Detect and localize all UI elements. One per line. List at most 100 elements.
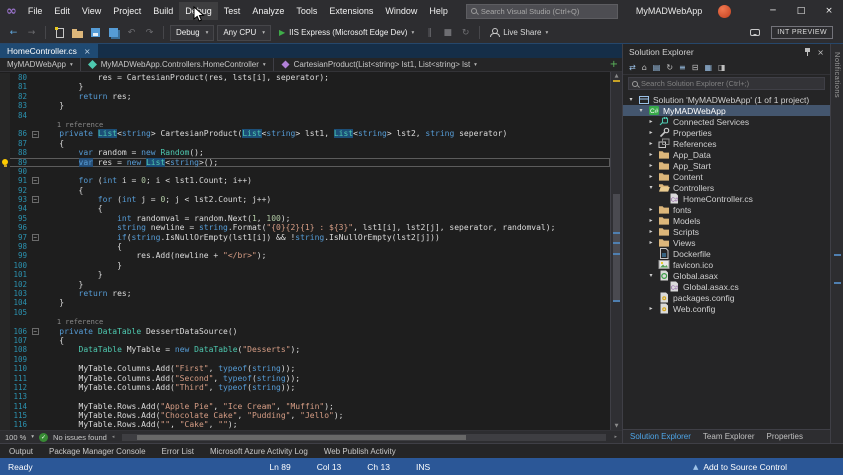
- tree-item-properties[interactable]: ▸Properties: [623, 127, 830, 138]
- undo-icon[interactable]: ↶: [124, 25, 139, 41]
- close-button[interactable]: ×: [815, 0, 843, 22]
- chevron-collapsed-icon[interactable]: ▸: [647, 173, 655, 180]
- se-tab-solution-explorer[interactable]: Solution Explorer: [630, 432, 691, 441]
- nest-related-files-icon[interactable]: ≡: [679, 63, 686, 72]
- panel-tab-output[interactable]: Output: [9, 447, 33, 456]
- refresh-icon[interactable]: ↻: [666, 63, 673, 72]
- scroll-up-icon[interactable]: ▲: [611, 73, 622, 79]
- restart-icon[interactable]: ↻: [458, 25, 473, 41]
- feedback-icon[interactable]: [750, 29, 760, 36]
- tree-item-favicon-ico[interactable]: favicon.ico: [623, 259, 830, 270]
- menu-item-view[interactable]: View: [76, 2, 107, 20]
- stop-debugging-icon[interactable]: ■: [440, 25, 455, 41]
- status-character[interactable]: Ch 13: [367, 462, 390, 472]
- status-line[interactable]: Ln 89: [269, 462, 290, 472]
- tree-item-homecontroller-cs[interactable]: C#HomeController.cs: [623, 193, 830, 204]
- fold-collapse-icon[interactable]: [32, 328, 39, 335]
- chevron-collapsed-icon[interactable]: ▸: [647, 162, 655, 169]
- menu-item-extensions[interactable]: Extensions: [323, 2, 379, 20]
- close-icon[interactable]: ×: [817, 48, 824, 57]
- zoom-level[interactable]: 100 %: [5, 433, 26, 442]
- menu-item-build[interactable]: Build: [147, 2, 179, 20]
- chevron-collapsed-icon[interactable]: ▸: [647, 217, 655, 224]
- panel-tab-package-manager-console[interactable]: Package Manager Console: [49, 447, 146, 456]
- scrollbar-thumb[interactable]: [137, 435, 466, 440]
- menu-item-debug[interactable]: Debug: [179, 2, 218, 20]
- tree-item-dockerfile[interactable]: Dockerfile: [623, 248, 830, 259]
- save-icon[interactable]: [88, 25, 103, 41]
- chevron-collapsed-icon[interactable]: ▸: [647, 151, 655, 158]
- editor-vertical-scrollbar[interactable]: ▲ ▼: [610, 72, 622, 430]
- scroll-left-icon[interactable]: ◂: [112, 434, 115, 440]
- menu-item-window[interactable]: Window: [379, 2, 423, 20]
- pin-icon[interactable]: [804, 48, 811, 57]
- fold-collapse-icon[interactable]: [32, 196, 39, 203]
- home-icon[interactable]: ⌂: [642, 63, 647, 72]
- properties-page-icon[interactable]: ▦: [704, 63, 712, 72]
- tree-item-controllers[interactable]: ▾Controllers: [623, 182, 830, 193]
- open-file-icon[interactable]: [70, 25, 85, 41]
- tree-item-global-asax[interactable]: ▾Global.asax: [623, 270, 830, 281]
- navigate-forward-icon[interactable]: →: [24, 25, 39, 41]
- start-debugging-button[interactable]: ▶ IIS Express (Microsoft Edge Dev) ▾: [274, 25, 419, 41]
- breadcrumb-member-dropdown[interactable]: CartesianProduct(List<string> lst1, List…: [274, 58, 484, 71]
- menu-item-help[interactable]: Help: [423, 2, 454, 20]
- scrollbar-thumb[interactable]: [613, 194, 620, 301]
- tree-item-models[interactable]: ▸Models: [623, 215, 830, 226]
- redo-icon[interactable]: ↷: [142, 25, 157, 41]
- break-all-icon[interactable]: ‖: [422, 25, 437, 41]
- collapse-all-icon[interactable]: ⊟: [692, 63, 699, 72]
- solution-configuration-dropdown[interactable]: Debug ▾: [170, 25, 214, 41]
- solution-explorer-search[interactable]: Search Solution Explorer (Ctrl+;): [628, 77, 825, 90]
- tab-homecontroller[interactable]: HomeController.cs ×: [0, 44, 98, 58]
- add-to-source-control-button[interactable]: ▲ Add to Source Control: [693, 462, 787, 472]
- live-share-button[interactable]: Live Share ▾: [490, 28, 548, 37]
- code-editor[interactable]: 80 res = CartesianProduct(res, lsts[i], …: [0, 72, 610, 430]
- chevron-collapsed-icon[interactable]: ▸: [647, 129, 655, 136]
- save-all-icon[interactable]: [106, 25, 121, 41]
- panel-tab-error-list[interactable]: Error List: [162, 447, 194, 456]
- show-all-files-icon[interactable]: ▤: [653, 63, 661, 72]
- menu-item-test[interactable]: Test: [218, 2, 247, 20]
- fold-collapse-icon[interactable]: [32, 131, 39, 138]
- maximize-button[interactable]: □: [787, 0, 815, 22]
- menu-item-analyze[interactable]: Analyze: [246, 2, 290, 20]
- close-icon[interactable]: ×: [84, 47, 91, 56]
- tree-item-references[interactable]: ▸References: [623, 138, 830, 149]
- chevron-expanded-icon[interactable]: ▾: [647, 272, 655, 279]
- breadcrumb-project-dropdown[interactable]: MyMADWebApp ▾: [0, 58, 81, 71]
- editor-horizontal-scrollbar[interactable]: [122, 434, 606, 441]
- chevron-collapsed-icon[interactable]: ▸: [647, 118, 655, 125]
- tree-item-app-start[interactable]: ▸App_Start: [623, 160, 830, 171]
- menu-item-file[interactable]: File: [22, 2, 49, 20]
- chevron-expanded-icon[interactable]: ▾: [647, 184, 655, 191]
- new-file-icon[interactable]: [52, 25, 67, 41]
- tree-item-packages-config[interactable]: packages.config: [623, 292, 830, 303]
- notifications-tab[interactable]: Notifications: [833, 52, 842, 98]
- tree-item-global-asax-cs[interactable]: C#Global.asax.cs: [623, 281, 830, 292]
- tree-item-app-data[interactable]: ▸App_Data: [623, 149, 830, 160]
- solution-platform-dropdown[interactable]: Any CPU ▾: [217, 25, 271, 41]
- global-search-box[interactable]: Search Visual Studio (Ctrl+Q): [466, 4, 618, 19]
- switch-views-icon[interactable]: ⇄: [629, 63, 636, 72]
- menu-item-edit[interactable]: Edit: [48, 2, 76, 20]
- status-column[interactable]: Col 13: [317, 462, 342, 472]
- minimize-button[interactable]: ─: [759, 0, 787, 22]
- issues-status[interactable]: No issues found: [53, 433, 107, 442]
- tree-item-scripts[interactable]: ▸Scripts: [623, 226, 830, 237]
- scroll-right-icon[interactable]: ▸: [614, 434, 617, 440]
- tree-item-connected-services[interactable]: ▸Connected Services: [623, 116, 830, 127]
- user-avatar[interactable]: [718, 5, 731, 18]
- fold-collapse-icon[interactable]: [32, 177, 39, 184]
- chevron-collapsed-icon[interactable]: ▸: [647, 206, 655, 213]
- split-window-plus-icon[interactable]: +: [606, 59, 622, 70]
- tree-item-solution-mymadwebapp-1-of-1-project[interactable]: ▾Solution 'MyMADWebApp' (1 of 1 project): [623, 94, 830, 105]
- menu-item-project[interactable]: Project: [107, 2, 147, 20]
- tree-item-content[interactable]: ▸Content: [623, 171, 830, 182]
- panel-tab-web-publish-activity[interactable]: Web Publish Activity: [324, 447, 396, 456]
- chevron-expanded-icon[interactable]: ▾: [637, 107, 645, 114]
- panel-tab-microsoft-azure-activity-log[interactable]: Microsoft Azure Activity Log: [210, 447, 308, 456]
- tree-item-views[interactable]: ▸Views: [623, 237, 830, 248]
- chevron-collapsed-icon[interactable]: ▸: [647, 140, 655, 147]
- lightbulb-icon[interactable]: [2, 159, 8, 165]
